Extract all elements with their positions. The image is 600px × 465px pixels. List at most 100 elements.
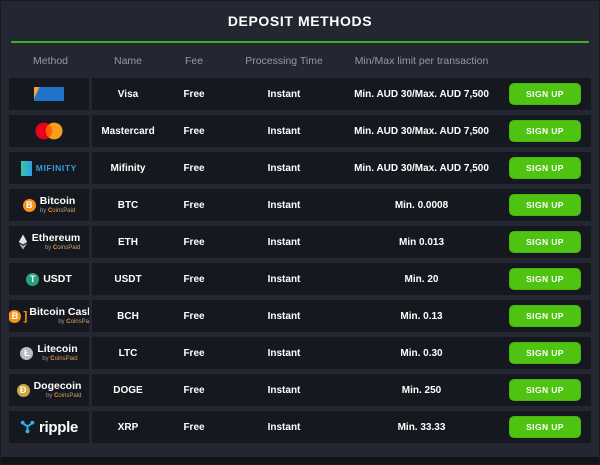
mastercard-logo [35, 122, 63, 140]
column-header-fee: Fee [184, 54, 204, 67]
coinspaid-label: by CoinsPaid [44, 244, 81, 251]
method-logo-cell: T USDT [9, 263, 89, 295]
table-row: B Bitcoin by CoinsPaid BTC Free Instant Mi… [9, 189, 591, 221]
method-limit: Min. 33.33 [397, 421, 446, 433]
method-fee: Free [183, 310, 205, 322]
sign-up-button[interactable]: SIGN UP [509, 268, 581, 290]
page-title: DEPOSIT METHODS [227, 13, 373, 29]
method-limit: Min. AUD 30/Max. AUD 7,500 [354, 162, 489, 174]
sign-up-button[interactable]: SIGN UP [509, 305, 581, 327]
deposit-methods-panel: DEPOSIT METHODS Method Name Fee Processi… [0, 0, 600, 465]
table-row: [B]Bitcoin Cashby CoinsPaid BCH Free Ins… [9, 300, 591, 332]
table-row: ripple XRP Free Instant Min. 33.33 SIGN … [9, 411, 591, 443]
sign-up-button[interactable]: SIGN UP [509, 379, 581, 401]
sign-up-button[interactable]: SIGN UP [509, 194, 581, 216]
table-header: Method Name Fee Processing Time Min/Max … [9, 43, 591, 78]
method-logo-cell: B Bitcoin by CoinsPaid [9, 189, 89, 221]
table-row: Ð Dogecoin by CoinsPaid DOGE Free Instant … [9, 374, 591, 406]
coinspaid-label: by CoinsPaid [46, 392, 82, 399]
sign-up-button[interactable]: SIGN UP [509, 416, 581, 438]
method-name: XRP [117, 421, 139, 433]
method-brand-text: Ethereum [31, 232, 81, 245]
method-logo-cell: Ð Dogecoin by CoinsPaid [9, 374, 89, 406]
method-name: LTC [118, 347, 138, 359]
row-content-cell: Visa Free Instant Min. AUD 30/Max. AUD 7… [92, 78, 591, 110]
method-fee: Free [183, 347, 205, 359]
infinity-icon: ∞ [21, 160, 32, 176]
row-content-cell: DOGE Free Instant Min. 250 SIGN UP [92, 374, 591, 406]
dogecoin-logo: Ð Dogecoin by CoinsPaid [16, 380, 82, 399]
method-brand-text: Dogecoin [33, 380, 82, 393]
table-row: VISA Visa Free Instant Min. AUD 30/Max. … [9, 78, 591, 110]
coin-icon: Ð [16, 383, 30, 397]
row-content-cell: LTC Free Instant Min. 0.30 SIGN UP [92, 337, 591, 369]
row-content-cell: BCH Free Instant Min. 0.13 SIGN UP [92, 300, 591, 332]
method-name: ETH [118, 236, 138, 248]
bracket-right: ] [23, 309, 28, 323]
method-name: BTC [117, 199, 139, 211]
method-name: DOGE [113, 384, 143, 396]
coinspaid-label: by CoinsPaid [39, 207, 76, 214]
method-limit: Min. 20 [404, 273, 439, 285]
coin-icon: B [9, 309, 22, 323]
method-logo-cell: ∞MIFINITY [9, 152, 89, 184]
litecoin-logo: Ł Litecoin by CoinsPaid [20, 344, 78, 362]
bitcoin-logo: B Bitcoin by CoinsPaid [22, 195, 76, 214]
method-processing-time: Instant [267, 421, 301, 433]
method-fee: Free [183, 236, 205, 248]
method-logo-cell: Ethereum by CoinsPaid [9, 226, 89, 258]
method-name: Mastercard [101, 125, 155, 137]
method-fee: Free [183, 384, 205, 396]
method-limit: Min 0.013 [398, 236, 445, 248]
method-logo-cell: ripple [9, 411, 89, 443]
coin-icon: B [22, 198, 36, 212]
ripple-logo: ripple [20, 420, 78, 435]
sign-up-button[interactable]: SIGN UP [509, 83, 581, 105]
table-row: Ł Litecoin by CoinsPaid LTC Free Instant M… [9, 337, 591, 369]
table-row: Ethereum by CoinsPaid ETH Free Instant Mi… [9, 226, 591, 258]
bottom-strip [1, 457, 599, 464]
method-brand-text: Bitcoin Cash [29, 306, 89, 319]
coinspaid-label: by CoinsPaid [58, 318, 89, 325]
sign-up-button[interactable]: SIGN UP [509, 157, 581, 179]
method-limit: Min. 0.0008 [394, 199, 449, 211]
method-fee: Free [183, 125, 205, 137]
sign-up-button[interactable]: SIGN UP [509, 231, 581, 253]
sign-up-button[interactable]: SIGN UP [509, 342, 581, 364]
method-fee: Free [183, 88, 205, 100]
method-name: BCH [117, 310, 139, 322]
column-header-processing-time: Processing Time [245, 54, 323, 67]
row-content-cell: BTC Free Instant Min. 0.0008 SIGN UP [92, 189, 591, 221]
ethereum-logo: Ethereum by CoinsPaid [18, 233, 80, 251]
coinspaid-label: by CoinsPaid [42, 355, 78, 362]
method-fee: Free [183, 162, 205, 174]
method-logo-cell: Ł Litecoin by CoinsPaid [9, 337, 89, 369]
column-header-name: Name [113, 54, 142, 67]
method-processing-time: Instant [267, 125, 301, 137]
method-processing-time: Instant [267, 88, 301, 100]
row-content-cell: ETH Free Instant Min 0.013 SIGN UP [92, 226, 591, 258]
method-processing-time: Instant [267, 273, 301, 285]
coin-icon: T [26, 272, 40, 286]
row-content-cell: USDT Free Instant Min. 20 SIGN UP [92, 263, 591, 295]
sign-up-button[interactable]: SIGN UP [509, 120, 581, 142]
method-brand-text: Bitcoin [39, 195, 76, 208]
mastercard-circles-icon [35, 122, 63, 140]
column-header-method: Method [32, 54, 69, 67]
title-bar: DEPOSIT METHODS [1, 1, 599, 41]
table-row: Mastercard Free Instant Min. AUD 30/Max.… [9, 115, 591, 147]
method-processing-time: Instant [267, 199, 301, 211]
method-logo-cell: [B]Bitcoin Cashby CoinsPaid [9, 300, 89, 332]
method-fee: Free [183, 273, 205, 285]
method-processing-time: Instant [267, 162, 301, 174]
usdt-logo: T USDT [26, 272, 72, 286]
ripple-wordmark: ripple [38, 418, 79, 436]
method-fee: Free [183, 199, 205, 211]
method-fee: Free [183, 421, 205, 433]
ethereum-diamond-icon [18, 234, 27, 250]
method-brand-text: USDT [43, 272, 72, 285]
method-name: Mifinity [110, 162, 146, 174]
deposit-table-body: VISA Visa Free Instant Min. AUD 30/Max. … [9, 78, 591, 448]
method-limit: Min. AUD 30/Max. AUD 7,500 [354, 88, 489, 100]
mifinity-wordmark: MIFINITY [35, 162, 77, 173]
